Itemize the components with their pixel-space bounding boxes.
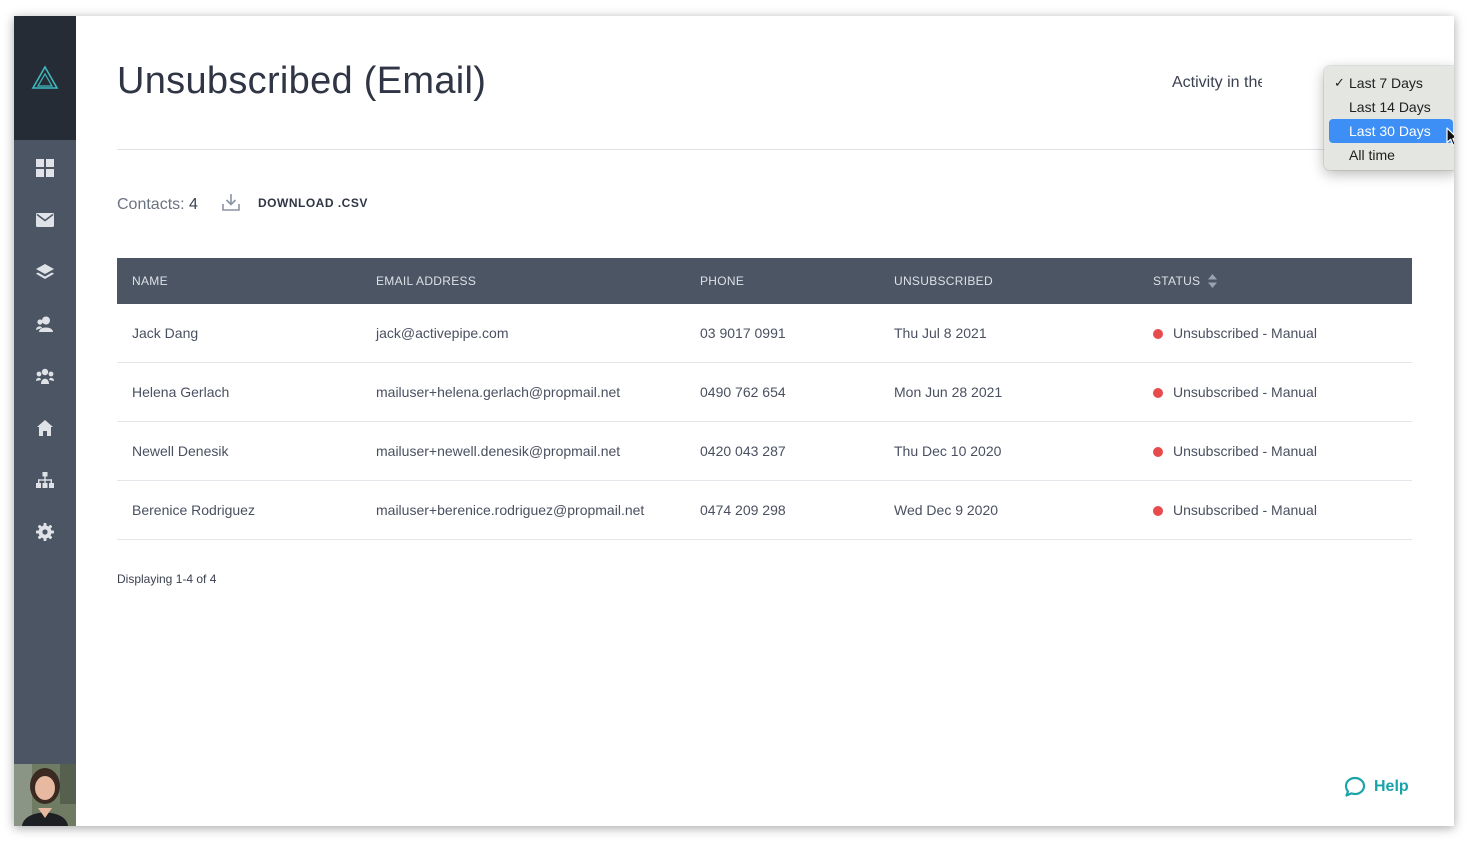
column-header-name[interactable]: NAME (117, 258, 376, 304)
column-header-unsubscribed[interactable]: UNSUBSCRIBED (894, 258, 1153, 304)
status-text: Unsubscribed - Manual (1173, 325, 1317, 341)
table-row[interactable]: Newell Denesik mailuser+newell.denesik@p… (117, 421, 1412, 481)
activity-filter-label: Activity in the (1172, 74, 1262, 91)
contacts-icon (36, 316, 53, 332)
main-content: Unsubscribed (Email) Activity in the Con… (76, 16, 1454, 826)
cell-phone: 03 9017 0991 (700, 304, 894, 363)
table-row[interactable]: Jack Dang jack@activepipe.com 03 9017 09… (117, 304, 1412, 363)
cell-unsubscribed-date: Thu Dec 10 2020 (894, 421, 1153, 481)
sidebar-nav (14, 142, 76, 558)
dropdown-option-last-7-days[interactable]: ✓ Last 7 Days (1329, 71, 1453, 95)
cell-email: mailuser+berenice.rodriguez@propmail.net (376, 480, 700, 540)
column-header-status-label: STATUS (1153, 274, 1201, 288)
download-icon (222, 194, 240, 211)
sidebar-item-groups[interactable] (14, 350, 76, 402)
table-header-row: NAME EMAIL ADDRESS PHONE UNSUBSCRIBED ST… (117, 258, 1412, 304)
mouse-cursor-icon (1446, 127, 1454, 146)
contacts-table: NAME EMAIL ADDRESS PHONE UNSUBSCRIBED ST… (117, 258, 1412, 540)
envelope-icon (36, 213, 54, 227)
sidebar-item-settings[interactable] (14, 506, 76, 558)
status-text: Unsubscribed - Manual (1173, 443, 1317, 459)
table-row[interactable]: Berenice Rodriguez mailuser+berenice.rod… (117, 480, 1412, 540)
option-label: Last 7 Days (1349, 75, 1423, 91)
cell-email: mailuser+newell.denesik@propmail.net (376, 421, 700, 481)
cell-status: Unsubscribed - Manual (1153, 362, 1412, 422)
contacts-count: 4 (189, 196, 198, 213)
contacts-label: Contacts: (117, 196, 185, 213)
column-header-email[interactable]: EMAIL ADDRESS (376, 258, 700, 304)
status-dot (1153, 447, 1163, 457)
cell-status: Unsubscribed - Manual (1153, 304, 1412, 363)
cell-email: mailuser+helena.gerlach@propmail.net (376, 362, 700, 422)
sidebar-item-organisation[interactable] (14, 454, 76, 506)
sidebar-item-properties[interactable] (14, 402, 76, 454)
avatar-portrait-icon (14, 764, 76, 826)
cell-phone: 0420 043 287 (700, 421, 894, 481)
sidebar-item-dashboard[interactable] (14, 142, 76, 194)
dropdown-option-last-30-days[interactable]: Last 30 Days (1329, 119, 1453, 143)
activepipe-logo-icon (31, 65, 59, 89)
download-csv-button[interactable]: DOWNLOAD .CSV (222, 194, 368, 211)
group-icon (36, 368, 54, 384)
cell-name: Berenice Rodriguez (117, 480, 376, 540)
sidebar-item-email[interactable] (14, 194, 76, 246)
option-label: All time (1349, 147, 1395, 163)
layers-icon (36, 264, 54, 279)
dropdown-option-last-14-days[interactable]: Last 14 Days (1329, 95, 1453, 119)
page-title: Unsubscribed (Email) (117, 60, 487, 102)
status-text: Unsubscribed - Manual (1173, 384, 1317, 400)
gear-icon (36, 523, 54, 541)
cell-name: Jack Dang (117, 304, 376, 363)
download-csv-label: DOWNLOAD .CSV (258, 195, 368, 210)
cell-email: jack@activepipe.com (376, 304, 700, 363)
status-text: Unsubscribed - Manual (1173, 502, 1317, 518)
help-label: Help (1374, 778, 1409, 795)
help-button[interactable]: Help (1344, 776, 1409, 798)
chat-bubble-icon (1344, 776, 1366, 797)
dashboard-grid-icon (36, 159, 54, 177)
sidebar-item-layers[interactable] (14, 246, 76, 298)
org-chart-icon (36, 472, 54, 488)
logo[interactable] (14, 16, 76, 140)
header-divider (117, 149, 1413, 150)
contacts-summary: Contacts: 4 (117, 196, 198, 214)
sidebar (14, 16, 76, 826)
cell-phone: 0490 762 654 (700, 362, 894, 422)
user-avatar[interactable] (14, 764, 76, 826)
dropdown-option-all-time[interactable]: All time (1329, 143, 1453, 167)
status-dot (1153, 329, 1163, 339)
cell-status: Unsubscribed - Manual (1153, 421, 1412, 481)
cell-unsubscribed-date: Thu Jul 8 2021 (894, 304, 1153, 363)
checkmark-icon: ✓ (1334, 75, 1345, 90)
home-icon (37, 420, 53, 436)
column-header-phone[interactable]: PHONE (700, 258, 894, 304)
sort-icon[interactable] (1208, 274, 1218, 288)
table-row[interactable]: Helena Gerlach mailuser+helena.gerlach@p… (117, 362, 1412, 422)
column-header-status[interactable]: STATUS (1153, 258, 1412, 304)
cell-unsubscribed-date: Wed Dec 9 2020 (894, 480, 1153, 540)
pagination-text: Displaying 1-4 of 4 (117, 572, 217, 586)
activity-period-dropdown[interactable]: ✓ Last 7 Days Last 14 Days Last 30 Days A… (1324, 66, 1454, 170)
cell-name: Helena Gerlach (117, 362, 376, 422)
status-dot (1153, 388, 1163, 398)
option-label: Last 14 Days (1349, 99, 1431, 115)
cell-phone: 0474 209 298 (700, 480, 894, 540)
cell-name: Newell Denesik (117, 421, 376, 481)
option-label: Last 30 Days (1349, 123, 1431, 139)
cell-unsubscribed-date: Mon Jun 28 2021 (894, 362, 1153, 422)
cell-status: Unsubscribed - Manual (1153, 480, 1412, 540)
sidebar-item-contacts[interactable] (14, 298, 76, 350)
app-window: Unsubscribed (Email) Activity in the Con… (14, 16, 1454, 826)
status-dot (1153, 506, 1163, 516)
